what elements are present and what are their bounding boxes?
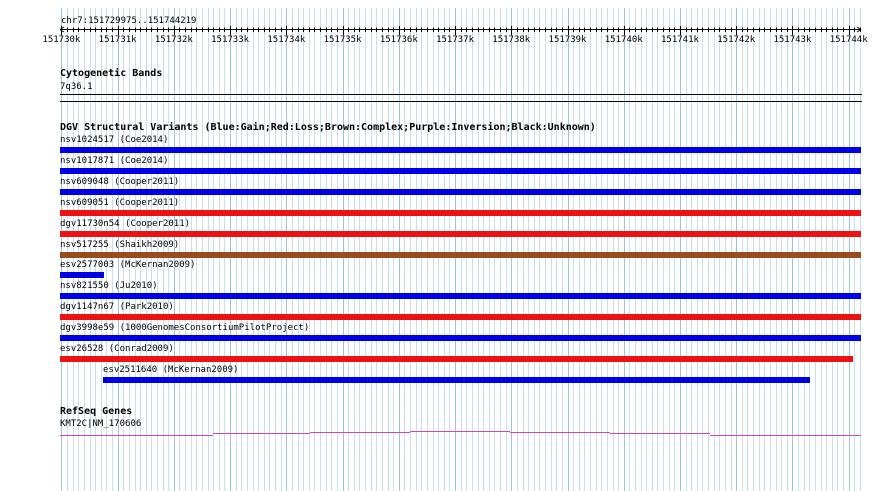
ruler-tick-label: 151735k xyxy=(323,35,362,45)
ruler-tick-label: 151736k xyxy=(379,35,418,45)
variant-label[interactable]: esv26528 (Conrad2009) xyxy=(60,344,174,355)
cytoband-line-top xyxy=(60,94,862,95)
variant-bar-loss[interactable] xyxy=(60,356,853,362)
cytoband-label[interactable]: 7q36.1 xyxy=(60,82,93,93)
variant-label[interactable]: nsv609051 (Cooper2011) xyxy=(60,198,179,209)
variant-label[interactable]: nsv609048 (Cooper2011) xyxy=(60,177,179,188)
variant-bar-gain[interactable] xyxy=(60,147,861,153)
variant-bar-gain[interactable] xyxy=(60,188,861,195)
variant-label[interactable]: esv2511640 (McKernan2009) xyxy=(103,365,238,376)
variant-bar-gain[interactable] xyxy=(60,335,861,342)
ruler-tick-label: 151739k xyxy=(548,35,587,45)
variant-bar-gain[interactable] xyxy=(103,376,810,383)
refseq-track-title: RefSeq Genes xyxy=(60,406,133,417)
ruler-tick-label: 151734k xyxy=(267,35,306,45)
variant-label[interactable]: dgv11730n54 (Cooper2011) xyxy=(60,219,190,230)
ruler-tick-label: 151744k xyxy=(829,35,868,45)
genome-browser-view: chr7:151729975..151744219 151730k 151731k… xyxy=(0,0,890,491)
cytoband-line-bottom xyxy=(60,101,862,102)
ruler-tick-label: 151738k xyxy=(492,35,531,45)
ruler-tick-label: 151743k xyxy=(773,35,812,45)
variant-label[interactable]: nsv517255 (Shaikh2009) xyxy=(60,240,179,251)
variant-bar-gain[interactable] xyxy=(60,167,861,174)
dgv-track-title: DGV Structural Variants (Blue:Gain;Red:L… xyxy=(60,122,596,133)
ruler-tick-label: 151730k xyxy=(42,35,81,45)
variant-label[interactable]: nsv1024517 (Coe2014) xyxy=(60,135,168,146)
variant-label[interactable]: nsv821550 (Ju2010) xyxy=(60,281,158,292)
ruler-tick-label: 151741k xyxy=(661,35,699,45)
ruler-tick-label: 151742k xyxy=(717,35,756,45)
ruler-tick-label: 151733k xyxy=(211,35,250,45)
variant-label[interactable]: dgv1147n67 (Park2010) xyxy=(60,302,174,313)
variant-label[interactable]: esv2577003 (McKernan2009) xyxy=(60,260,195,271)
ruler-tick-label: 151731k xyxy=(98,35,137,45)
variant-label[interactable]: dgv3998e59 (1000GenomesConsortiumPilotPr… xyxy=(60,323,309,334)
variant-bar-loss[interactable] xyxy=(60,314,861,321)
ruler-tick-label: 151732k xyxy=(154,35,193,45)
variant-bar-complex[interactable] xyxy=(60,251,861,258)
variant-bar-gain[interactable] xyxy=(60,293,861,300)
variant-label[interactable]: nsv1017871 (Coe2014) xyxy=(60,156,168,167)
variant-bar-loss[interactable] xyxy=(60,209,861,216)
ruler-tick-label: 151740k xyxy=(604,35,643,45)
gene-model[interactable] xyxy=(0,426,890,440)
cytoband-track-title: Cytogenetic Bands xyxy=(60,68,163,79)
variant-bar-loss[interactable] xyxy=(60,230,861,237)
ruler-tick-label: 151737k xyxy=(436,35,474,45)
variant-bar-gain[interactable] xyxy=(60,272,104,279)
